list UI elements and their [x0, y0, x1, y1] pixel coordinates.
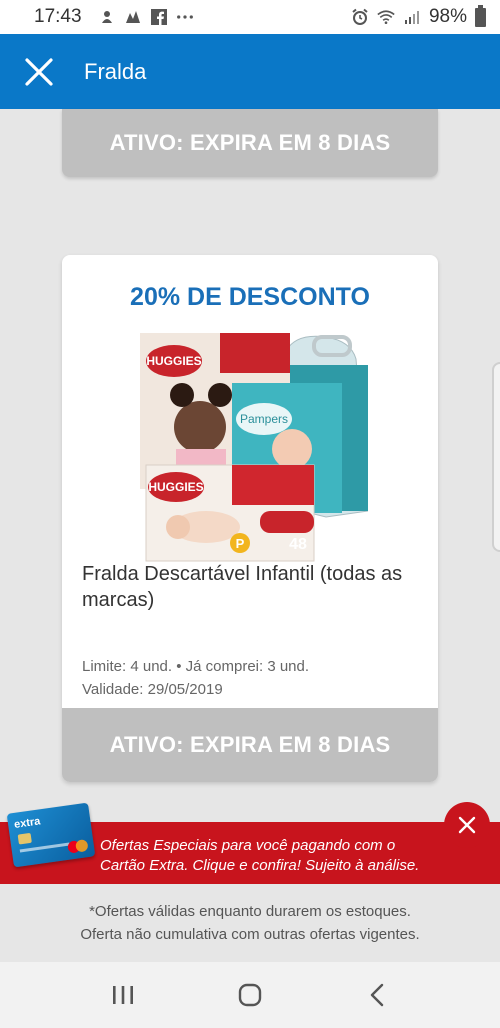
battery-percent: 98%	[428, 6, 467, 27]
close-icon	[25, 57, 53, 86]
home-icon	[238, 983, 262, 1007]
status-bar: 17:43 98%	[0, 0, 500, 34]
coupon-status-footer[interactable]: ATIVO: EXPIRA EM 8 DIAS	[62, 708, 438, 782]
back-icon	[370, 983, 383, 1007]
system-nav-bar	[0, 962, 500, 1028]
scroll-handle[interactable]	[492, 362, 500, 552]
product-image: HUGGIES Pampers HUGGIES P 48	[136, 331, 369, 563]
alarm-icon	[351, 8, 369, 26]
banner-close-button[interactable]	[444, 802, 490, 848]
status-time: 17:43	[34, 6, 82, 27]
coupon-card[interactable]: 20% DE DESCONTO HUGGIES Pampers HUGGIES …	[62, 255, 438, 782]
discount-label: 20% DE DESCONTO	[130, 283, 370, 311]
disclaimer: *Ofertas válidas enquanto durarem os est…	[0, 900, 500, 946]
recent-apps-icon	[113, 986, 134, 1004]
brand-text-pampers: Pampers	[240, 412, 288, 426]
disclaimer-line-1: *Ofertas válidas enquanto durarem os est…	[89, 903, 411, 920]
home-button[interactable]	[230, 975, 270, 1015]
card-chip	[17, 832, 32, 845]
size-badge: P	[236, 536, 245, 551]
page-title: Fralda	[84, 58, 147, 84]
more-icon	[176, 8, 194, 26]
mastercard-icon	[67, 839, 88, 854]
close-icon	[458, 816, 476, 834]
app-bar: Fralda	[0, 34, 500, 109]
card-brand-logo: extra	[13, 815, 42, 831]
validity-text: Validade: 29/05/2019	[82, 681, 223, 698]
brand-text-huggies: HUGGIES	[146, 354, 201, 368]
promo-line-2: Cartão Extra. Clique e confira! Sujeito …	[100, 857, 420, 874]
signal-icon	[403, 8, 421, 26]
limit-text: Limite: 4 und. • Já comprei: 3 und.	[82, 658, 310, 675]
coupon-status-label: ATIVO: EXPIRA EM 8 DIAS	[109, 732, 391, 757]
recent-apps-button[interactable]	[103, 975, 143, 1015]
notification-icon	[98, 8, 116, 26]
product-name: Fralda Descartável Infantil (todas as ma…	[82, 563, 403, 611]
disclaimer-line-2: Oferta não cumulativa com outras ofertas…	[80, 926, 420, 943]
coupon-card-previous[interactable]: ATIVO: EXPIRA EM 8 DIAS	[62, 109, 438, 177]
coupon-status-label: ATIVO: EXPIRA EM 8 DIAS	[109, 130, 391, 155]
promo-banner-text: Ofertas Especiais para você pagando com …	[100, 836, 480, 876]
pack-count: 48	[289, 536, 307, 553]
card-number-line	[19, 842, 70, 853]
notification-icon	[124, 8, 142, 26]
coupon-meta: Limite: 4 und. • Já comprei: 3 und. Vali…	[82, 655, 309, 701]
promo-line-1: Ofertas Especiais para você pagando com …	[100, 837, 396, 854]
wifi-icon	[377, 8, 395, 26]
close-button[interactable]	[22, 55, 56, 89]
brand-text-huggies-front: HUGGIES	[148, 480, 203, 494]
facebook-icon	[150, 8, 168, 26]
credit-card-icon: extra	[6, 802, 96, 868]
back-button[interactable]	[357, 975, 397, 1015]
battery-icon	[475, 4, 486, 27]
